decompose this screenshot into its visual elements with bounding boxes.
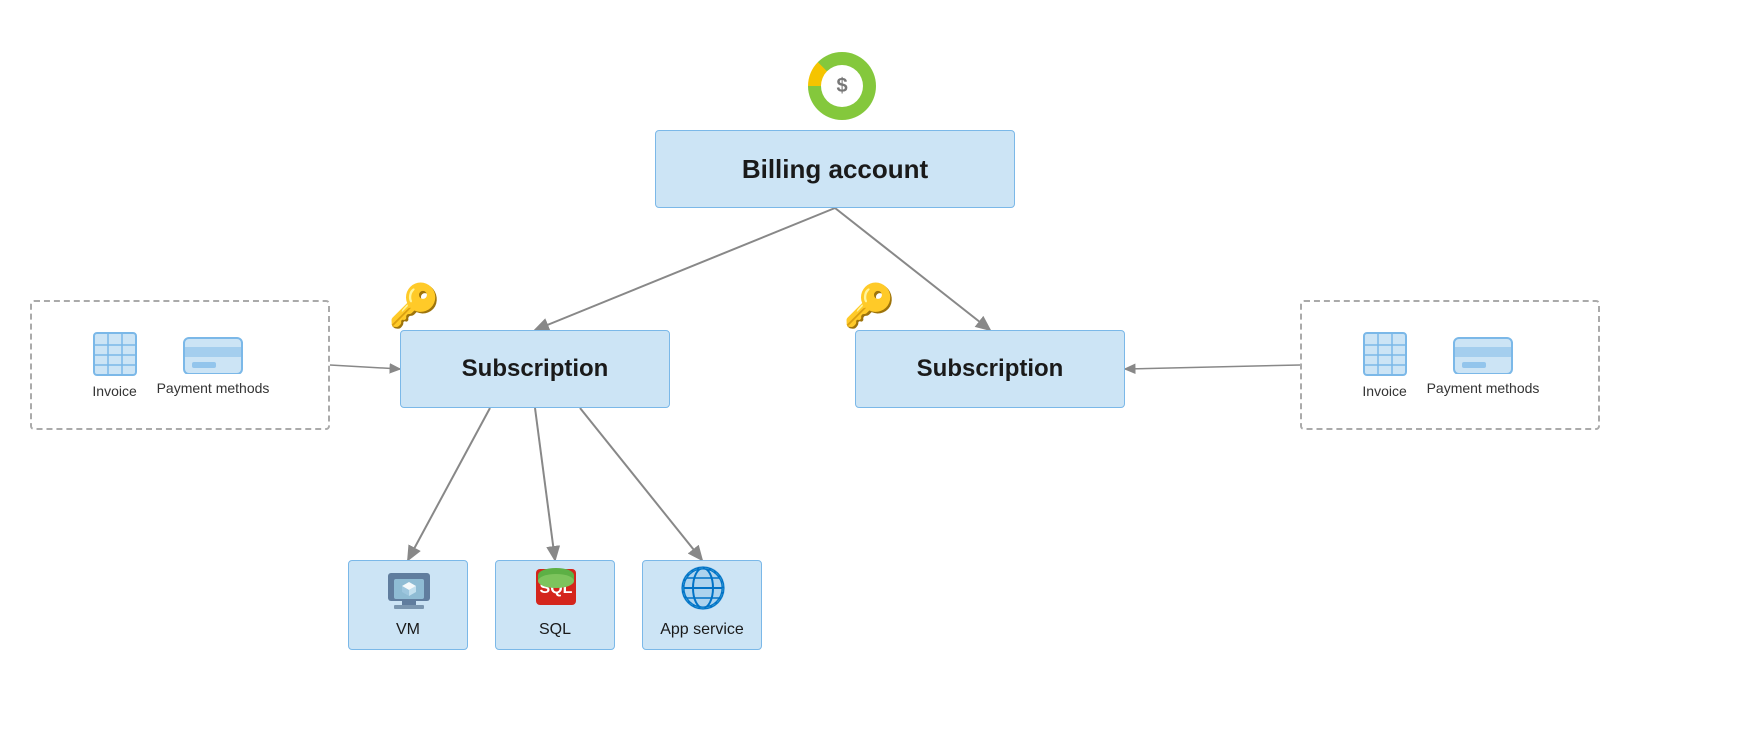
sql-label: SQL [539, 621, 571, 639]
subscription-left-label: Subscription [462, 355, 609, 383]
left-invoice-label: Invoice [92, 383, 136, 399]
subscription-left-box: Subscription [400, 330, 670, 408]
app-service-label: App service [660, 621, 744, 639]
right-payment-label: Payment methods [1427, 380, 1540, 396]
left-payment-icon [182, 334, 244, 374]
billing-account-icon: $ [808, 52, 876, 120]
app-service-icon [677, 563, 729, 613]
left-invoice-icon [91, 331, 139, 377]
sql-resource-box: SQL SQL [495, 560, 615, 650]
right-invoice-item: Invoice [1361, 331, 1409, 399]
app-service-resource-box: App service [642, 560, 762, 650]
vm-icon [384, 569, 434, 615]
billing-account-label: Billing account [742, 154, 928, 185]
vm-resource-box: VM [348, 560, 468, 650]
left-billing-options-box: Invoice Payment methods [30, 300, 330, 430]
left-payment-item: Payment methods [157, 334, 270, 396]
vm-label: VM [396, 621, 420, 639]
diagram: $ Billing account 🔑 Subscription 🔑 Subsc… [0, 0, 1758, 741]
right-payment-item: Payment methods [1427, 334, 1540, 396]
key-right-icon: 🔑 [843, 282, 895, 331]
subscription-right-box: Subscription [855, 330, 1125, 408]
key-left-icon: 🔑 [388, 282, 440, 331]
right-invoice-icon [1361, 331, 1409, 377]
left-payment-label: Payment methods [157, 380, 270, 396]
left-invoice-item: Invoice [91, 331, 139, 399]
right-billing-options-box: Invoice Payment methods [1300, 300, 1600, 430]
subscription-right-label: Subscription [917, 355, 1064, 383]
right-invoice-label: Invoice [1362, 383, 1406, 399]
right-payment-icon [1452, 334, 1514, 374]
sql-icon: SQL [532, 565, 580, 611]
billing-account-box: Billing account [655, 130, 1015, 208]
